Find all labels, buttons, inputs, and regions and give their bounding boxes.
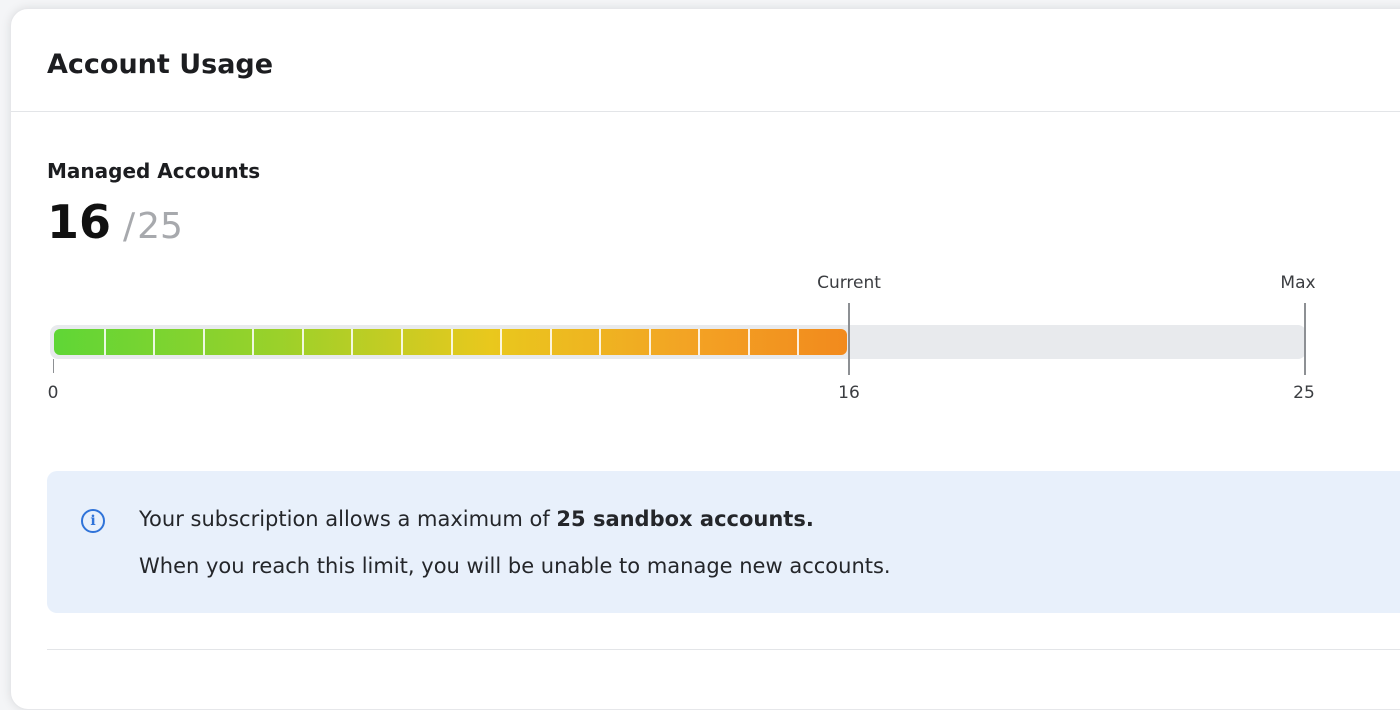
- usage-segment-divider: [351, 329, 353, 355]
- usage-segment-divider: [104, 329, 106, 355]
- info-limit-bold: 25 sandbox accounts.: [556, 507, 814, 531]
- usage-segment-divider: [153, 329, 155, 355]
- subscription-info-box: i Your subscription allows a maximum of …: [47, 471, 1400, 613]
- tick-label-min: 0: [47, 383, 59, 403]
- usage-segment-divider: [451, 329, 453, 355]
- info-limit-text: Your subscription allows a maximum of 25…: [139, 507, 814, 531]
- info-limit-consequence: When you reach this limit, you will be u…: [139, 554, 891, 578]
- usage-segment-divider: [550, 329, 552, 355]
- min-marker-line: [53, 359, 54, 373]
- usage-segment-divider: [698, 329, 700, 355]
- info-limit-prefix: Your subscription allows a maximum of: [139, 507, 557, 531]
- usage-segment-divider: [500, 329, 502, 355]
- usage-separator: /: [123, 206, 136, 247]
- usage-progress-segments: [54, 329, 847, 355]
- card-header: Account Usage: [11, 9, 1400, 112]
- usage-progress-track: [50, 325, 1306, 359]
- info-circle-icon: i: [81, 509, 105, 533]
- current-marker-label: Current: [817, 273, 881, 293]
- max-marker-line: [1304, 303, 1306, 375]
- tick-label-max: 25: [1293, 383, 1315, 403]
- usage-segment-divider: [649, 329, 651, 355]
- managed-accounts-label: Managed Accounts: [47, 159, 261, 183]
- usage-segment-divider: [302, 329, 304, 355]
- current-marker-line: [848, 303, 850, 375]
- bottom-divider: [47, 649, 1400, 650]
- usage-count: 16 /25: [47, 195, 183, 255]
- usage-current-count: 16: [47, 195, 112, 249]
- usage-segment-divider: [797, 329, 799, 355]
- usage-segment-divider: [599, 329, 601, 355]
- usage-segment-divider: [203, 329, 205, 355]
- max-marker-label: Max: [1280, 273, 1316, 293]
- usage-segment-divider: [401, 329, 403, 355]
- usage-max-count: 25: [137, 206, 183, 247]
- usage-segment-divider: [748, 329, 750, 355]
- tick-label-current: 16: [838, 383, 860, 403]
- usage-segment-divider: [252, 329, 254, 355]
- account-usage-card: Account Usage Managed Accounts 16/25 Cur…: [10, 8, 1400, 710]
- usage-progress-fill: [54, 329, 847, 355]
- card-title: Account Usage: [47, 49, 274, 80]
